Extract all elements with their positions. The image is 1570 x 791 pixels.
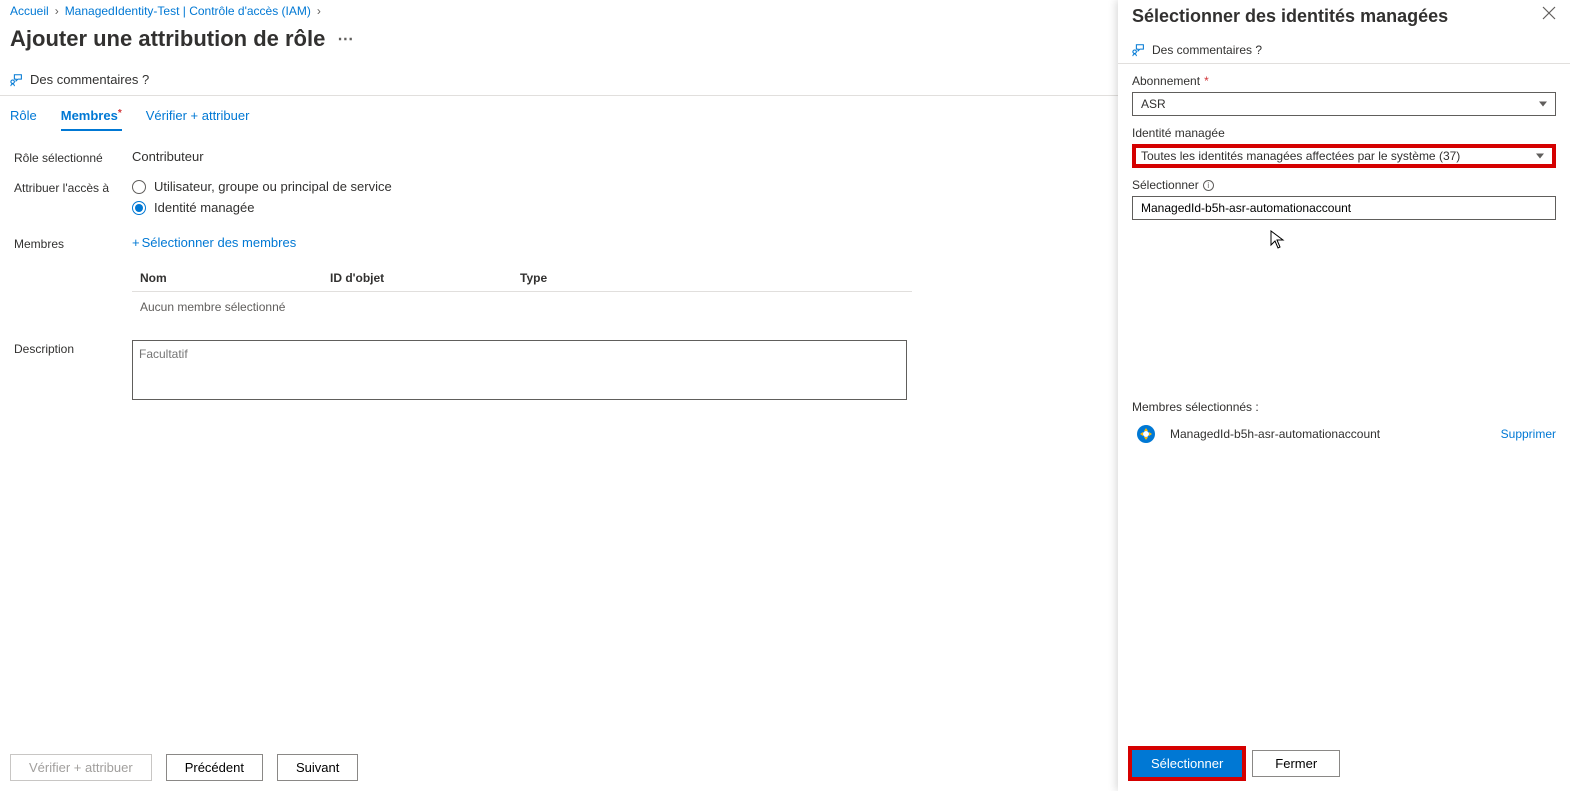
page-footer: Vérifier + attribuer Précédent Suivant	[10, 754, 358, 781]
panel-feedback-link[interactable]: Des commentaires ?	[1152, 43, 1262, 57]
tab-role[interactable]: Rôle	[10, 108, 37, 131]
radio-user-group-sp[interactable]	[132, 180, 146, 194]
chevron-right-icon: ›	[317, 4, 321, 18]
page-title: Ajouter une attribution de rôle	[10, 26, 325, 52]
subscription-dropdown[interactable]: ASR	[1132, 92, 1556, 116]
select-search-input[interactable]	[1132, 196, 1556, 220]
subscription-label: Abonnement	[1132, 74, 1200, 88]
panel-footer: Sélectionner Fermer	[1118, 740, 1570, 791]
more-menu-icon[interactable]: ⋯	[337, 29, 353, 49]
chevron-right-icon: ›	[55, 4, 59, 18]
radio-managed-identity-label: Identité managée	[154, 200, 254, 215]
members-table-empty: Aucun membre sélectionné	[132, 292, 912, 322]
col-header-id: ID d'objet	[330, 271, 520, 285]
members-table: Nom ID d'objet Type Aucun membre sélecti…	[132, 265, 912, 322]
required-indicator: *	[118, 108, 122, 119]
remove-member-link[interactable]: Supprimer	[1501, 427, 1556, 441]
radio-managed-identity[interactable]	[132, 201, 146, 215]
info-icon[interactable]: i	[1203, 180, 1214, 191]
next-button[interactable]: Suivant	[277, 754, 358, 781]
description-textarea[interactable]	[132, 340, 907, 400]
select-button[interactable]: Sélectionner	[1132, 750, 1242, 777]
previous-button[interactable]: Précédent	[166, 754, 263, 781]
managed-identity-dropdown[interactable]: Toutes les identités managées affectées …	[1132, 144, 1556, 168]
close-button[interactable]: Fermer	[1252, 750, 1340, 777]
col-header-type: Type	[520, 271, 904, 285]
breadcrumb-home[interactable]: Accueil	[10, 4, 49, 18]
managed-identity-label: Identité managée	[1132, 126, 1556, 140]
review-assign-button[interactable]: Vérifier + attribuer	[10, 754, 152, 781]
plus-icon: +	[132, 235, 140, 250]
close-icon	[1542, 6, 1556, 20]
description-label: Description	[14, 340, 132, 356]
selected-role-label: Rôle sélectionné	[14, 149, 132, 165]
selected-members-heading: Membres sélectionnés :	[1132, 400, 1556, 414]
panel-title: Sélectionner des identités managées	[1132, 6, 1448, 27]
members-label: Membres	[14, 235, 132, 251]
required-indicator: *	[1204, 74, 1209, 88]
person-feedback-icon	[10, 73, 24, 87]
selected-member-name: ManagedId-b5h-asr-automationaccount	[1170, 427, 1491, 441]
tab-members[interactable]: Membres*	[61, 108, 122, 131]
radio-user-group-sp-label: Utilisateur, groupe ou principal de serv…	[154, 179, 392, 194]
panel-command-bar: Des commentaires ?	[1118, 37, 1570, 64]
selected-member-row: ManagedId-b5h-asr-automationaccount Supp…	[1132, 420, 1556, 448]
feedback-command[interactable]: Des commentaires ?	[10, 72, 149, 87]
breadcrumb-iam[interactable]: ManagedIdentity-Test | Contrôle d'accès …	[65, 4, 311, 18]
select-managed-identities-panel: Sélectionner des identités managées Des …	[1118, 0, 1570, 791]
col-header-name: Nom	[140, 271, 330, 285]
person-feedback-icon	[1132, 43, 1146, 57]
tab-review[interactable]: Vérifier + attribuer	[146, 108, 250, 131]
select-label: Sélectionner	[1132, 178, 1199, 192]
feedback-label: Des commentaires ?	[30, 72, 149, 87]
assign-access-label: Attribuer l'accès à	[14, 179, 132, 195]
close-panel-button[interactable]	[1542, 6, 1556, 25]
automation-account-icon	[1132, 420, 1160, 448]
select-members-link[interactable]: +Sélectionner des membres	[132, 235, 296, 250]
